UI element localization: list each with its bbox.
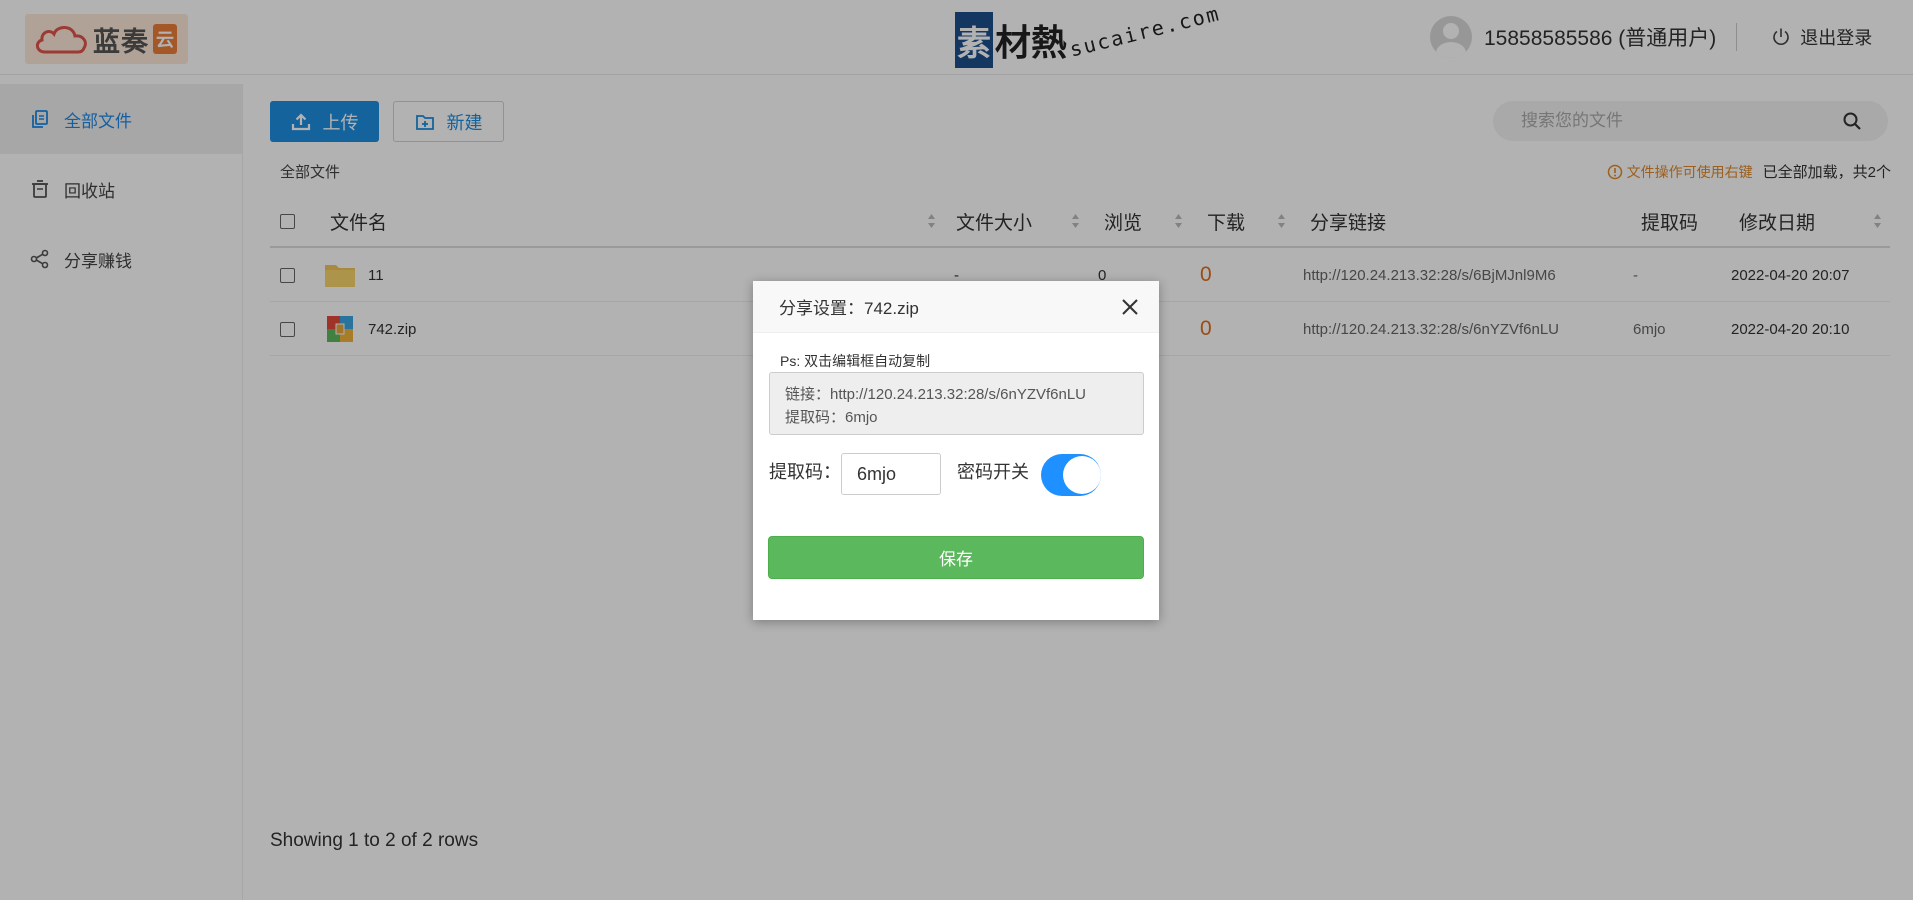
dialog-header: 分享设置：742.zip bbox=[753, 281, 1159, 333]
share-code-line: 提取码：6mjo bbox=[785, 409, 878, 426]
share-text-area[interactable]: 链接：http://120.24.213.32:28/s/6nYZVf6nLU … bbox=[769, 372, 1144, 435]
share-link-line: 链接：http://120.24.213.32:28/s/6nYZVf6nLU bbox=[785, 386, 1087, 403]
toggle-knob bbox=[1063, 456, 1101, 494]
dialog-title: 分享设置：742.zip bbox=[779, 299, 919, 318]
share-settings-dialog: 分享设置：742.zip Ps: 双击编辑框自动复制 链接：http://120… bbox=[753, 281, 1159, 620]
password-toggle[interactable] bbox=[1041, 454, 1101, 496]
code-label: 提取码： bbox=[769, 462, 841, 482]
password-switch-label: 密码开关 bbox=[957, 462, 1029, 482]
save-button[interactable]: 保存 bbox=[768, 536, 1144, 579]
code-input[interactable] bbox=[841, 453, 941, 495]
close-icon[interactable] bbox=[1121, 298, 1139, 316]
copy-hint: Ps: 双击编辑框自动复制 bbox=[780, 353, 931, 369]
